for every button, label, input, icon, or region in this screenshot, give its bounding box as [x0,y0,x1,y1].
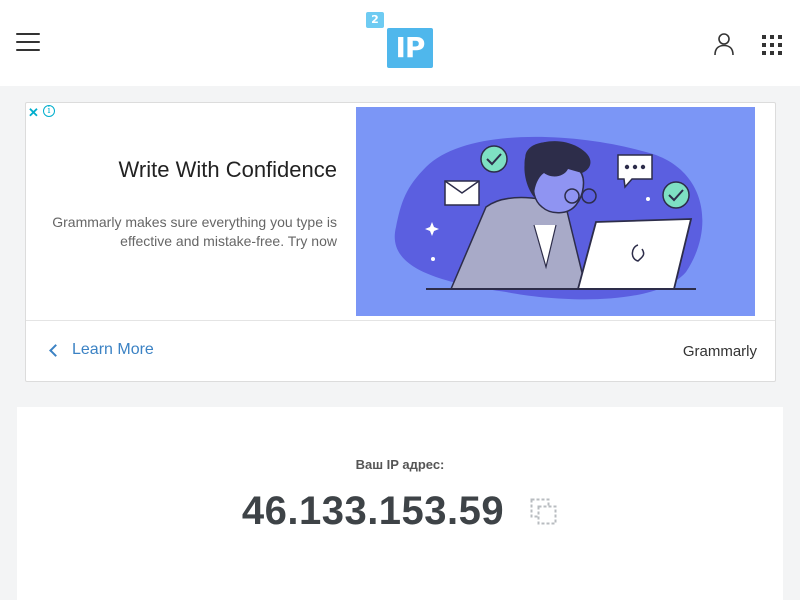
menu-line [16,41,40,43]
ad-title[interactable]: Write With Confidence [119,157,337,183]
logo-text: IP [387,28,433,68]
advertisement-banner[interactable]: ✕ i Write With Confidence Grammarly make… [25,102,776,382]
ad-illustration-art [394,136,703,300]
chevron-left-icon [49,343,62,357]
site-logo[interactable]: 2 IP [366,10,434,70]
ip-label: Ваш IP адрес: [355,457,445,472]
ad-divider [26,320,775,321]
logo-badge: 2 [366,12,384,28]
learn-more-link[interactable]: Learn More [48,341,154,359]
ad-illustration[interactable] [356,107,755,316]
learn-more-label: Learn More [72,341,154,358]
menu-icon[interactable] [16,33,40,52]
user-icon[interactable] [713,32,735,56]
site-header: 2 IP [0,0,800,86]
apps-grid-icon[interactable] [762,35,782,55]
menu-line [16,33,40,35]
ad-description: Grammarly makes sure everything you type… [52,214,337,249]
ip-address-value[interactable]: 46.133.153.59 [242,489,504,534]
ad-info-icon[interactable]: i [43,105,55,117]
ad-brand-name[interactable]: Grammarly [683,343,757,360]
menu-line [16,49,40,51]
ip-row: 46.133.153.59 [17,489,783,534]
ad-close-icon[interactable]: ✕ [28,105,39,121]
copy-icon[interactable] [530,498,558,526]
ip-address-card: Ваш IP адрес: 46.133.153.59 [17,407,783,600]
